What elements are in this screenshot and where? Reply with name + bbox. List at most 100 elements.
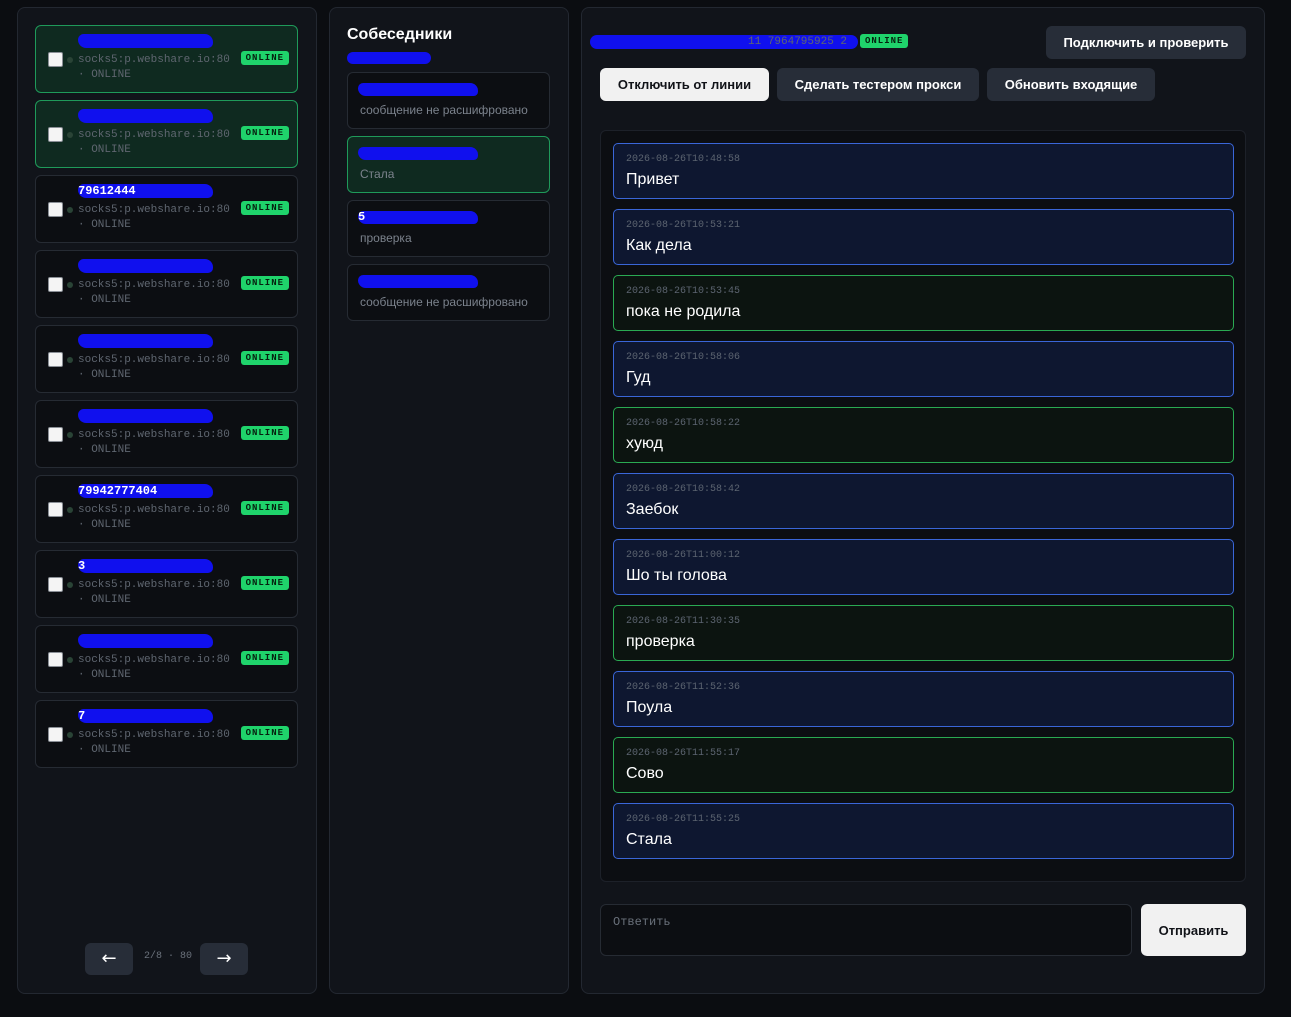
disconnect-line-button[interactable]: Отключить от линии bbox=[600, 68, 769, 101]
account-proxy: socks5:p.webshare.io:80 bbox=[78, 279, 230, 291]
status-dot-icon bbox=[67, 132, 73, 138]
send-button[interactable]: Отправить bbox=[1141, 904, 1246, 956]
message-bubble: 2026-08-26T11:30:35 проверка bbox=[613, 605, 1234, 661]
status-dot-icon bbox=[67, 582, 73, 588]
status-dot-icon bbox=[67, 207, 73, 213]
account-card[interactable]: socks5:p.webshare.io:80 · ONLINE ONLINE bbox=[35, 625, 298, 693]
refresh-inbox-button[interactable]: Обновить входящие bbox=[987, 68, 1155, 101]
next-page-button[interactable]: → bbox=[200, 943, 248, 975]
account-status: · ONLINE bbox=[78, 219, 131, 231]
account-status: · ONLINE bbox=[78, 69, 131, 81]
message-timestamp: 2026-08-26T10:53:21 bbox=[626, 220, 741, 231]
message-text: хуюд bbox=[626, 435, 663, 452]
online-badge: ONLINE bbox=[240, 426, 289, 440]
account-phone bbox=[78, 34, 213, 48]
chat-header-contact: 11 7964795925 2 bbox=[590, 35, 858, 49]
reply-input[interactable] bbox=[600, 904, 1132, 956]
message-timestamp: 2026-08-26T10:58:06 bbox=[626, 352, 741, 363]
message-timestamp: 2026-08-26T11:55:17 bbox=[626, 748, 741, 759]
message-text: Как дела bbox=[626, 237, 692, 254]
message-bubble: 2026-08-26T11:00:12 Шо ты голова bbox=[613, 539, 1234, 595]
message-timestamp: 2026-08-26T11:30:35 bbox=[626, 616, 741, 627]
account-checkbox[interactable] bbox=[48, 52, 63, 67]
message-text: Сово bbox=[626, 765, 664, 782]
account-proxy: socks5:p.webshare.io:80 bbox=[78, 129, 230, 141]
contact-card[interactable]: Стала bbox=[347, 136, 550, 193]
account-checkbox[interactable] bbox=[48, 127, 63, 142]
status-dot-icon bbox=[67, 282, 73, 288]
account-phone bbox=[78, 109, 213, 123]
online-badge: ONLINE bbox=[240, 576, 289, 590]
message-text: Поула bbox=[626, 699, 673, 716]
account-card[interactable]: socks5:p.webshare.io:80 · ONLINE ONLINE bbox=[35, 250, 298, 318]
contact-preview: сообщение не расшифровано bbox=[360, 295, 528, 309]
online-badge: ONLINE bbox=[240, 501, 289, 515]
redaction-mark bbox=[347, 52, 431, 64]
account-card[interactable]: socks5:p.webshare.io:80 · ONLINE ONLINE bbox=[35, 100, 298, 168]
account-proxy: socks5:p.webshare.io:80 bbox=[78, 654, 230, 666]
contact-card[interactable]: сообщение не расшифровано bbox=[347, 264, 550, 321]
message-text: пока не родила bbox=[626, 303, 741, 320]
message-timestamp: 2026-08-26T10:48:58 bbox=[626, 154, 741, 165]
account-card[interactable]: socks5:p.webshare.io:80 · ONLINE ONLINE bbox=[35, 325, 298, 393]
message-timestamp: 2026-08-26T10:58:42 bbox=[626, 484, 741, 495]
connect-check-button[interactable]: Подключить и проверить bbox=[1046, 26, 1246, 59]
contact-card[interactable]: 5 проверка bbox=[347, 200, 550, 257]
account-phone: 7 bbox=[78, 709, 213, 723]
online-badge: ONLINE bbox=[240, 51, 289, 65]
status-dot-icon bbox=[67, 57, 73, 63]
account-checkbox[interactable] bbox=[48, 202, 63, 217]
contact-card[interactable]: сообщение не расшифровано bbox=[347, 72, 550, 129]
message-bubble: 2026-08-26T10:58:22 хуюд bbox=[613, 407, 1234, 463]
message-bubble: 2026-08-26T10:58:06 Гуд bbox=[613, 341, 1234, 397]
prev-page-button[interactable]: ← bbox=[85, 943, 133, 975]
online-badge: ONLINE bbox=[240, 726, 289, 740]
message-bubble: 2026-08-26T10:53:45 пока не родила bbox=[613, 275, 1234, 331]
account-card[interactable]: 79612444 socks5:p.webshare.io:80 · ONLINE O… bbox=[35, 175, 298, 243]
account-checkbox[interactable] bbox=[48, 652, 63, 667]
set-proxy-tester-button[interactable]: Сделать тестером прокси bbox=[777, 68, 979, 101]
accounts-panel: socks5:p.webshare.io:80 · ONLINE ONLINE soc… bbox=[17, 7, 317, 994]
message-timestamp: 2026-08-26T11:00:12 bbox=[626, 550, 741, 561]
account-status: · ONLINE bbox=[78, 369, 131, 381]
account-card[interactable]: 7 socks5:p.webshare.io:80 · ONLINE ONLINE bbox=[35, 700, 298, 768]
account-card[interactable]: socks5:p.webshare.io:80 · ONLINE ONLINE bbox=[35, 400, 298, 468]
message-text: Привет bbox=[626, 171, 680, 188]
contact-name bbox=[358, 147, 478, 160]
pager-info: 2/8 · 80 bbox=[143, 951, 192, 962]
message-bubble: 2026-08-26T11:55:25 Стала bbox=[613, 803, 1234, 859]
status-dot-icon bbox=[67, 507, 73, 513]
contacts-title: Собеседники bbox=[347, 26, 453, 43]
account-phone: 3 bbox=[78, 559, 213, 573]
account-proxy: socks5:p.webshare.io:80 bbox=[78, 204, 230, 216]
account-card[interactable]: 3 socks5:p.webshare.io:80 · ONLINE ONLINE bbox=[35, 550, 298, 618]
account-proxy: socks5:p.webshare.io:80 bbox=[78, 504, 230, 516]
account-status: · ONLINE bbox=[78, 444, 131, 456]
account-checkbox[interactable] bbox=[48, 427, 63, 442]
account-phone: 79612444 bbox=[78, 184, 213, 198]
contact-name: 5 bbox=[358, 211, 478, 224]
messages-list[interactable]: 2026-08-26T10:48:58 Привет 2026-08-26T10:5… bbox=[600, 130, 1246, 882]
message-bubble: 2026-08-26T10:58:42 Заебок bbox=[613, 473, 1234, 529]
message-bubble: 2026-08-26T10:48:58 Привет bbox=[613, 143, 1234, 199]
account-card[interactable]: socks5:p.webshare.io:80 · ONLINE ONLINE bbox=[35, 25, 298, 93]
account-checkbox[interactable] bbox=[48, 577, 63, 592]
account-phone: 79942777404 bbox=[78, 484, 213, 498]
account-phone bbox=[78, 409, 213, 423]
contact-preview: Стала bbox=[360, 167, 395, 181]
account-status: · ONLINE bbox=[78, 144, 131, 156]
account-checkbox[interactable] bbox=[48, 352, 63, 367]
status-dot-icon bbox=[67, 357, 73, 363]
status-dot-icon bbox=[67, 432, 73, 438]
message-text: Шо ты голова bbox=[626, 567, 727, 584]
chat-header-meta: 11 7964795925 2 bbox=[748, 36, 848, 48]
chat-panel: 11 7964795925 2 ONLINE Подключить и пров… bbox=[581, 7, 1265, 994]
account-card[interactable]: 79942777404 socks5:p.webshare.io:80 · ONLI… bbox=[35, 475, 298, 543]
account-phone bbox=[78, 334, 213, 348]
message-bubble: 2026-08-26T10:53:21 Как дела bbox=[613, 209, 1234, 265]
contact-name bbox=[358, 83, 478, 96]
account-checkbox[interactable] bbox=[48, 727, 63, 742]
account-checkbox[interactable] bbox=[48, 502, 63, 517]
account-checkbox[interactable] bbox=[48, 277, 63, 292]
message-text: Стала bbox=[626, 831, 672, 848]
